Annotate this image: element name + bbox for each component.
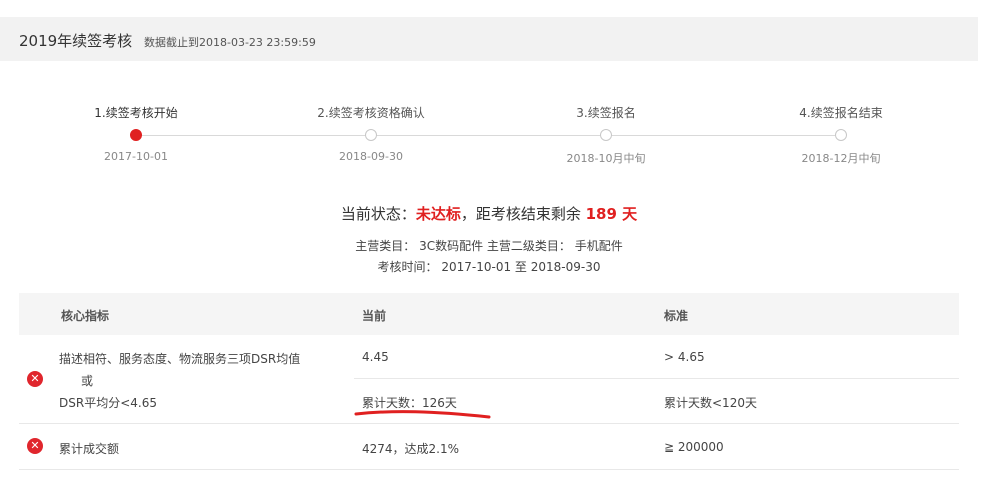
step-label-2: 2.续签考核资格确认 (317, 106, 425, 120)
table-header: 核心指标 当前 标准 (19, 293, 959, 335)
standard-dsr: > 4.65 (664, 350, 705, 364)
status-middle: ，距考核结束剩余 (460, 205, 586, 223)
subcategory-label: 主营二级类目： (486, 239, 571, 253)
step-date-1: 2017-10-01 (104, 150, 168, 163)
row-divider (354, 378, 959, 379)
error-circle-icon: ✕ (27, 371, 43, 387)
header-standard: 标准 (664, 309, 689, 323)
metric-line-1: 描述相符、服务态度、物流服务三项DSR均值 (59, 352, 301, 366)
header-metric: 核心指标 (61, 309, 110, 323)
status-prefix: 当前状态： (340, 205, 416, 223)
step-dot-3 (600, 129, 612, 141)
table-row: ✕ 描述相符、服务态度、物流服务三项DSR均值 或 DSR平均分<4.65 4.… (19, 335, 959, 424)
table-row: ✕ 累计成交额 4274，达成2.1% ≧ 200000 (19, 424, 959, 470)
standard-turnover: ≧ 200000 (664, 440, 724, 454)
period-info: 考核时间： 2017-10-01 至 2018-09-30 (0, 258, 978, 275)
error-circle-icon: ✕ (27, 438, 43, 454)
header-current: 当前 (362, 309, 387, 323)
red-underline-annotation (354, 410, 491, 419)
step-dot-4 (835, 129, 847, 141)
step-dot-2 (365, 129, 377, 141)
current-turnover: 4274，达成2.1% (362, 442, 460, 456)
step-connector (376, 135, 601, 136)
step-label-4: 4.续签报名结束 (799, 106, 883, 120)
step-dot-1 (130, 129, 142, 141)
subcategory-value: 手机配件 (574, 239, 623, 253)
step-date-2: 2018-09-30 (339, 150, 403, 163)
metric-turnover: 累计成交额 (59, 442, 120, 456)
period-label: 考核时间： (377, 260, 438, 274)
step-label-3: 3.续签报名 (576, 106, 636, 120)
step-date-3: 2018-10月中旬 (566, 152, 646, 165)
period-value: 2017-10-01 至 2018-09-30 (441, 260, 601, 274)
status-value: 未达标 (415, 205, 461, 223)
step-label-1: 1.续签考核开始 (94, 106, 178, 120)
category-label: 主营类目： (355, 239, 416, 253)
category-info: 主营类目： 3C数码配件 主营二级类目： 手机配件 (0, 237, 978, 254)
step-date-4: 2018-12月中旬 (801, 152, 881, 165)
step-connector (611, 135, 835, 136)
standard-days: 累计天数<120天 (664, 396, 757, 410)
metric-line-2: 或 (81, 374, 94, 388)
current-dsr: 4.45 (362, 350, 389, 364)
metric-line-3: DSR平均分<4.65 (59, 396, 157, 410)
remaining-days: 189 天 (585, 205, 638, 223)
current-status: 当前状态：未达标，距考核结束剩余 189 天 (0, 203, 978, 224)
category-main: 3C数码配件 (419, 239, 484, 253)
progress-steps: 1.续签考核开始 2.续签考核资格确认 3.续签报名 4.续签报名结束 2017… (0, 0, 992, 180)
step-connector (141, 135, 366, 136)
